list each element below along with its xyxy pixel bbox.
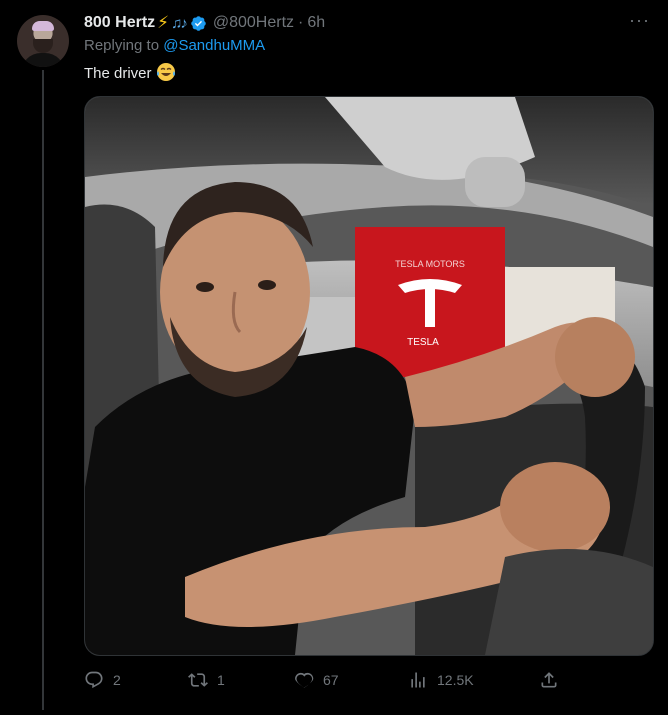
reply-icon xyxy=(85,671,103,689)
share-icon xyxy=(541,672,557,688)
retweet-count: 1 xyxy=(217,672,225,688)
tweet-action-bar: 2 1 67 12.5K xyxy=(84,670,644,692)
thread-connector-line xyxy=(42,70,44,710)
separator-dot: · xyxy=(298,14,304,31)
svg-text:TESLA MOTORS: TESLA MOTORS xyxy=(395,259,465,269)
tweet-text: The driver xyxy=(84,62,176,82)
like-count: 67 xyxy=(323,672,339,688)
like-action[interactable]: 67 xyxy=(294,670,339,690)
avatar-shirt xyxy=(21,53,65,67)
musical-notes-emoji-icon: ♫♪ xyxy=(171,14,188,32)
svg-text:TESLA: TESLA xyxy=(407,337,439,348)
reply-action[interactable]: 2 xyxy=(84,670,121,690)
retweet-icon xyxy=(188,673,208,687)
heart-icon xyxy=(295,672,314,688)
reply-count: 2 xyxy=(113,672,121,688)
views-action[interactable]: 12.5K xyxy=(408,670,474,690)
bolt-emoji-icon: ⚡ xyxy=(157,13,170,32)
avatar-cap xyxy=(32,21,54,31)
replying-prefix: Replying to xyxy=(84,37,160,54)
avatar[interactable] xyxy=(17,15,69,67)
author-handle[interactable]: @800Hertz xyxy=(213,14,294,32)
replying-to-mention[interactable]: @SandhuMMA xyxy=(163,37,265,54)
tweet-text-content: The driver xyxy=(84,65,152,82)
tweet-time[interactable]: 6h xyxy=(307,14,325,32)
tweet-photo[interactable]: TESLA MOTORS TESLA xyxy=(84,96,654,656)
views-chart-icon xyxy=(411,672,425,688)
tweet-header: 800 Hertz ⚡ ♫♪ @800Hertz · 6h xyxy=(84,12,325,34)
more-options-icon[interactable]: ··· xyxy=(629,10,650,31)
avatar-beard xyxy=(33,39,53,53)
author-display-name[interactable]: 800 Hertz xyxy=(84,14,155,32)
views-count: 12.5K xyxy=(437,672,474,688)
photo-man-driving-car: TESLA MOTORS TESLA xyxy=(85,97,653,655)
replying-to-line: Replying to @SandhuMMA xyxy=(84,37,265,54)
retweet-action[interactable]: 1 xyxy=(188,670,225,690)
share-action[interactable] xyxy=(539,670,559,690)
face-with-tears-of-joy-emoji-icon xyxy=(156,63,175,81)
verified-badge-icon[interactable] xyxy=(190,15,207,32)
